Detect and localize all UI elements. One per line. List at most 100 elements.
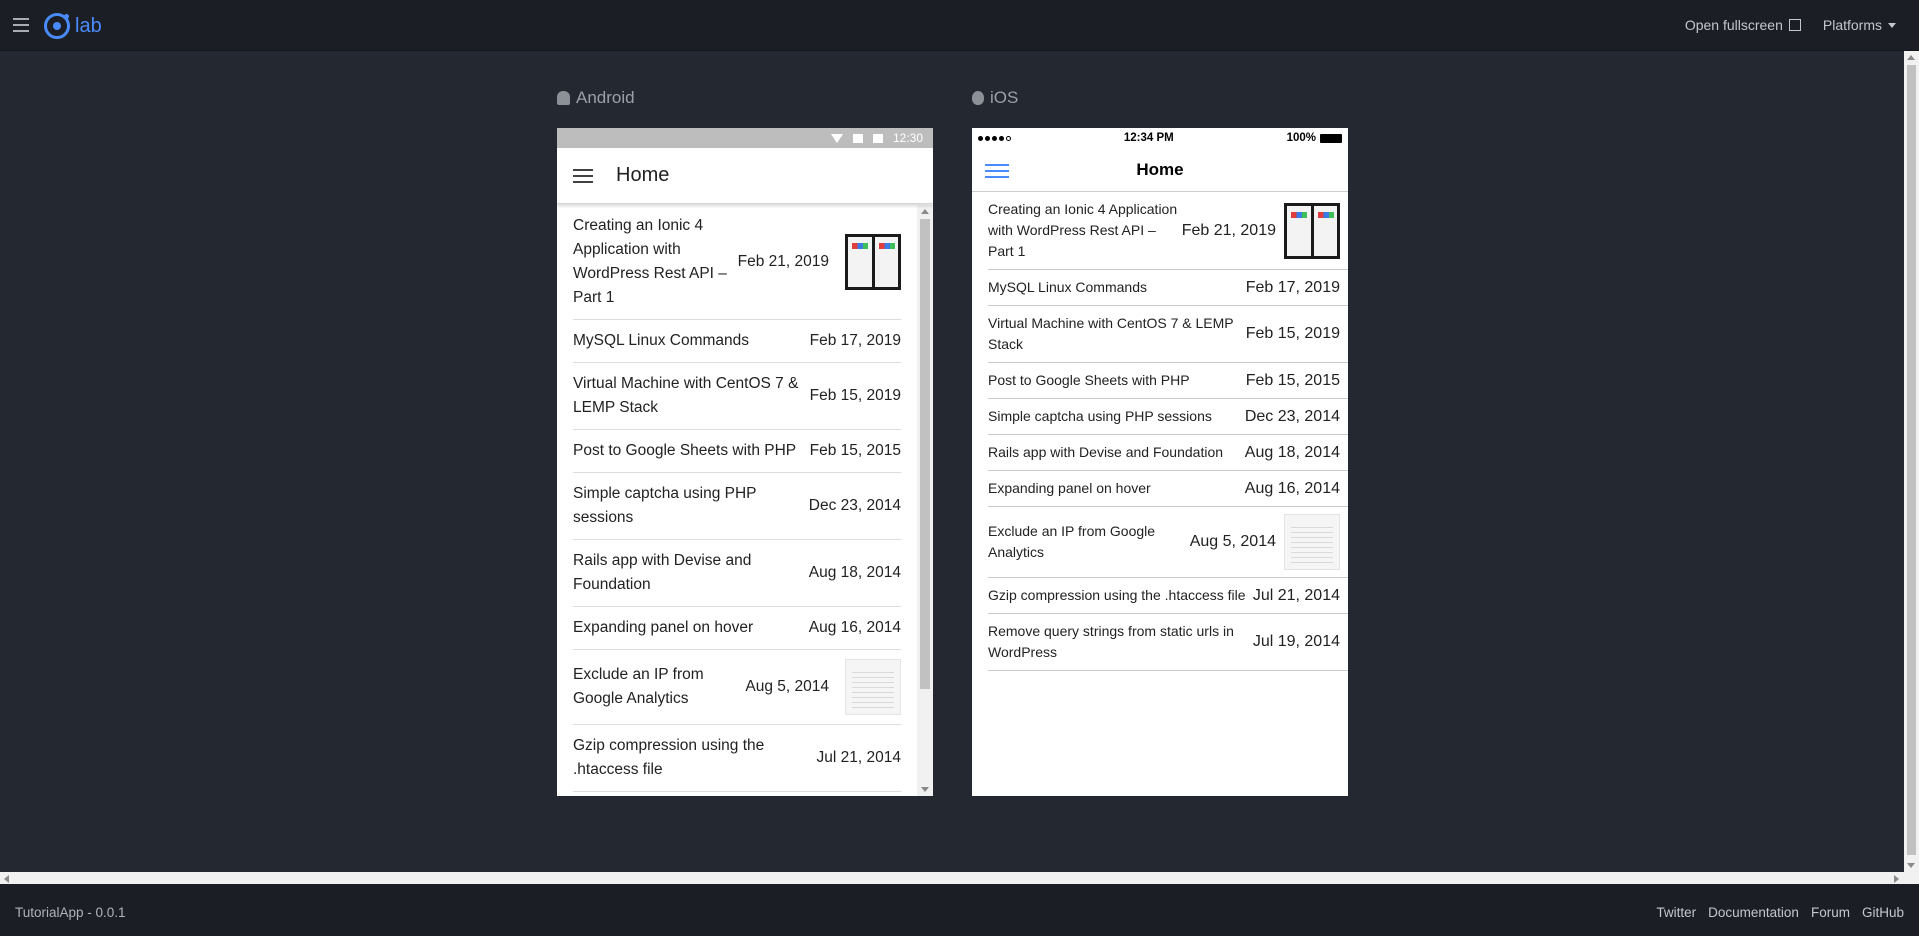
post-list-item[interactable]: Creating an Ionic 4 Application with Wor… xyxy=(988,192,1348,270)
post-date: Jul 21, 2014 xyxy=(816,749,901,766)
top-right-actions: Open fullscreen Platforms xyxy=(1685,17,1896,33)
scroll-up-arrow-icon[interactable] xyxy=(1907,55,1915,60)
hamburger-menu-icon[interactable] xyxy=(573,168,593,183)
post-list-item[interactable]: Post to Google Sheets with PHP Feb 15, 20… xyxy=(573,430,901,473)
post-list-item[interactable]: Simple captcha using PHP sessions Dec 23,… xyxy=(988,399,1348,435)
signal-icon xyxy=(852,133,863,143)
ios-device-preview: 12:34 PM 100% Home Creating an Ionic 4 A… xyxy=(972,128,1348,796)
post-list-item[interactable]: Virtual Machine with CentOS 7 & LEMP Sta… xyxy=(573,363,901,430)
logo-text: lab xyxy=(75,14,102,37)
post-title: Expanding panel on hover xyxy=(988,480,1151,496)
post-list-item[interactable]: Rails app with Devise and Foundation Aug … xyxy=(988,435,1348,471)
post-list-item[interactable]: Exclude an IP from Google Analytics Aug 5… xyxy=(988,507,1348,578)
post-date: Feb 15, 2015 xyxy=(809,442,901,459)
ios-label-text: iOS xyxy=(990,88,1019,107)
post-date: Feb 15, 2015 xyxy=(1245,371,1340,389)
post-title: Post to Google Sheets with PHP xyxy=(988,372,1190,388)
scroll-down-arrow-icon[interactable] xyxy=(921,787,929,792)
ionic-lab-logo[interactable]: lab xyxy=(44,13,102,39)
post-list-item[interactable]: Virtual Machine with CentOS 7 & LEMP Sta… xyxy=(988,306,1348,363)
post-date: Aug 5, 2014 xyxy=(1189,533,1276,550)
post-title: Creating an Ionic 4 Application with Wor… xyxy=(573,217,727,306)
apple-icon xyxy=(972,91,984,105)
post-title: MySQL Linux Commands xyxy=(573,332,750,349)
post-list-item[interactable]: Rails app with Devise and Foundation Aug … xyxy=(573,540,901,607)
scroll-down-arrow-icon[interactable] xyxy=(1907,863,1915,868)
post-title: Rails app with Devise and Foundation xyxy=(988,444,1224,460)
menu-icon[interactable] xyxy=(13,18,29,32)
post-date: Jul 21, 2014 xyxy=(1252,586,1340,604)
post-thumbnail xyxy=(1284,514,1340,570)
battery-icon xyxy=(872,133,883,143)
post-title: MySQL Linux Commands xyxy=(988,279,1147,295)
post-title: Virtual Machine with CentOS 7 & LEMP Sta… xyxy=(573,375,799,416)
android-label-text: Android xyxy=(576,88,635,107)
documentation-link[interactable]: Documentation xyxy=(1708,905,1799,920)
post-title: Expanding panel on hover xyxy=(573,619,754,636)
post-date: Feb 15, 2019 xyxy=(809,387,901,404)
scroll-up-arrow-icon[interactable] xyxy=(921,209,929,214)
post-date: Feb 15, 2019 xyxy=(1245,325,1340,342)
wifi-icon xyxy=(830,133,843,143)
post-date: Jul 19, 2014 xyxy=(1252,633,1340,650)
scrollbar-thumb[interactable] xyxy=(1907,65,1916,855)
android-platform-label: Android xyxy=(557,88,635,108)
ios-battery: 100% xyxy=(1287,132,1342,144)
android-status-time: 12:30 xyxy=(892,131,923,145)
footer-links: Twitter Documentation Forum GitHub xyxy=(1656,905,1904,920)
post-list-item[interactable]: Remove query strings from static urls in… xyxy=(988,614,1348,671)
android-device-preview: 12:30 Home Creating an Ionic 4 Applicati… xyxy=(557,128,933,796)
post-date: Feb 17, 2019 xyxy=(809,332,901,349)
post-date: Feb 21, 2019 xyxy=(737,253,829,270)
post-list-item[interactable]: Simple captcha using PHP sessions Dec 23,… xyxy=(573,473,901,540)
post-title: Post to Google Sheets with PHP xyxy=(573,442,797,459)
page-horizontal-scrollbar[interactable] xyxy=(0,872,1919,884)
battery-percent: 100% xyxy=(1286,132,1316,144)
post-list-item[interactable]: MySQL Linux Commands Feb 17, 2019 xyxy=(988,270,1348,306)
post-date: Aug 5, 2014 xyxy=(745,678,829,695)
post-list-item[interactable]: Expanding panel on hover Aug 16, 2014 xyxy=(988,471,1348,507)
footer: TutorialApp - 0.0.1 Twitter Documentatio… xyxy=(0,884,1919,936)
page-vertical-scrollbar[interactable] xyxy=(1904,51,1919,872)
app-version: TutorialApp - 0.0.1 xyxy=(15,905,126,920)
battery-icon xyxy=(1320,133,1342,143)
post-thumbnail xyxy=(845,659,901,715)
forum-link[interactable]: Forum xyxy=(1811,905,1850,920)
platforms-dropdown[interactable]: Platforms xyxy=(1823,17,1896,33)
post-list-item[interactable]: Post to Google Sheets with PHP Feb 15, 20… xyxy=(988,363,1348,399)
post-list-item[interactable]: MySQL Linux Commands Feb 17, 2019 xyxy=(573,320,901,363)
scrollbar-thumb[interactable] xyxy=(920,219,930,689)
post-list-item[interactable]: Gzip compression using the .htaccess fil… xyxy=(573,725,901,792)
post-list-item[interactable]: Expanding panel on hover Aug 16, 2014 xyxy=(573,607,901,650)
top-bar: lab Open fullscreen Platforms xyxy=(0,0,1919,51)
post-list-item[interactable]: Exclude an IP from Google Analytics Aug 5… xyxy=(573,650,901,725)
android-scrollbar[interactable] xyxy=(917,205,933,796)
post-thumbnail xyxy=(845,234,901,290)
android-page-title: Home xyxy=(616,164,670,186)
hamburger-menu-icon[interactable] xyxy=(985,164,1009,178)
post-title: Gzip compression using the .htaccess fil… xyxy=(573,737,765,778)
github-link[interactable]: GitHub xyxy=(1862,905,1904,920)
post-date: Dec 23, 2014 xyxy=(1244,407,1340,425)
signal-dots-icon xyxy=(978,135,1011,141)
ios-post-list: Creating an Ionic 4 Application with Wor… xyxy=(972,192,1348,671)
platforms-label: Platforms xyxy=(1822,17,1882,33)
android-icon xyxy=(557,91,570,105)
post-date: Dec 23, 2014 xyxy=(808,497,901,514)
android-toolbar: Home xyxy=(557,148,933,204)
post-title: Exclude an IP from Google Analytics xyxy=(573,666,704,707)
scroll-right-arrow-icon[interactable] xyxy=(1894,875,1899,883)
post-list-item[interactable]: Creating an Ionic 4 Application with Wor… xyxy=(573,205,901,320)
post-title: Simple captcha using PHP sessions xyxy=(573,485,757,526)
caret-down-icon xyxy=(1888,22,1896,28)
post-date: Aug 18, 2014 xyxy=(808,564,901,581)
scroll-left-arrow-icon[interactable] xyxy=(4,875,9,883)
twitter-link[interactable]: Twitter xyxy=(1656,905,1696,920)
ios-page-title: Home xyxy=(1136,159,1184,179)
post-title: Simple captcha using PHP sessions xyxy=(988,408,1212,424)
post-date: Aug 16, 2014 xyxy=(808,619,901,636)
post-list-item[interactable]: Gzip compression using the .htaccess fil… xyxy=(988,578,1348,614)
ios-toolbar: Home xyxy=(972,148,1348,192)
open-fullscreen-button[interactable]: Open fullscreen xyxy=(1685,17,1801,33)
post-title: Remove query strings from static urls in… xyxy=(988,623,1234,660)
